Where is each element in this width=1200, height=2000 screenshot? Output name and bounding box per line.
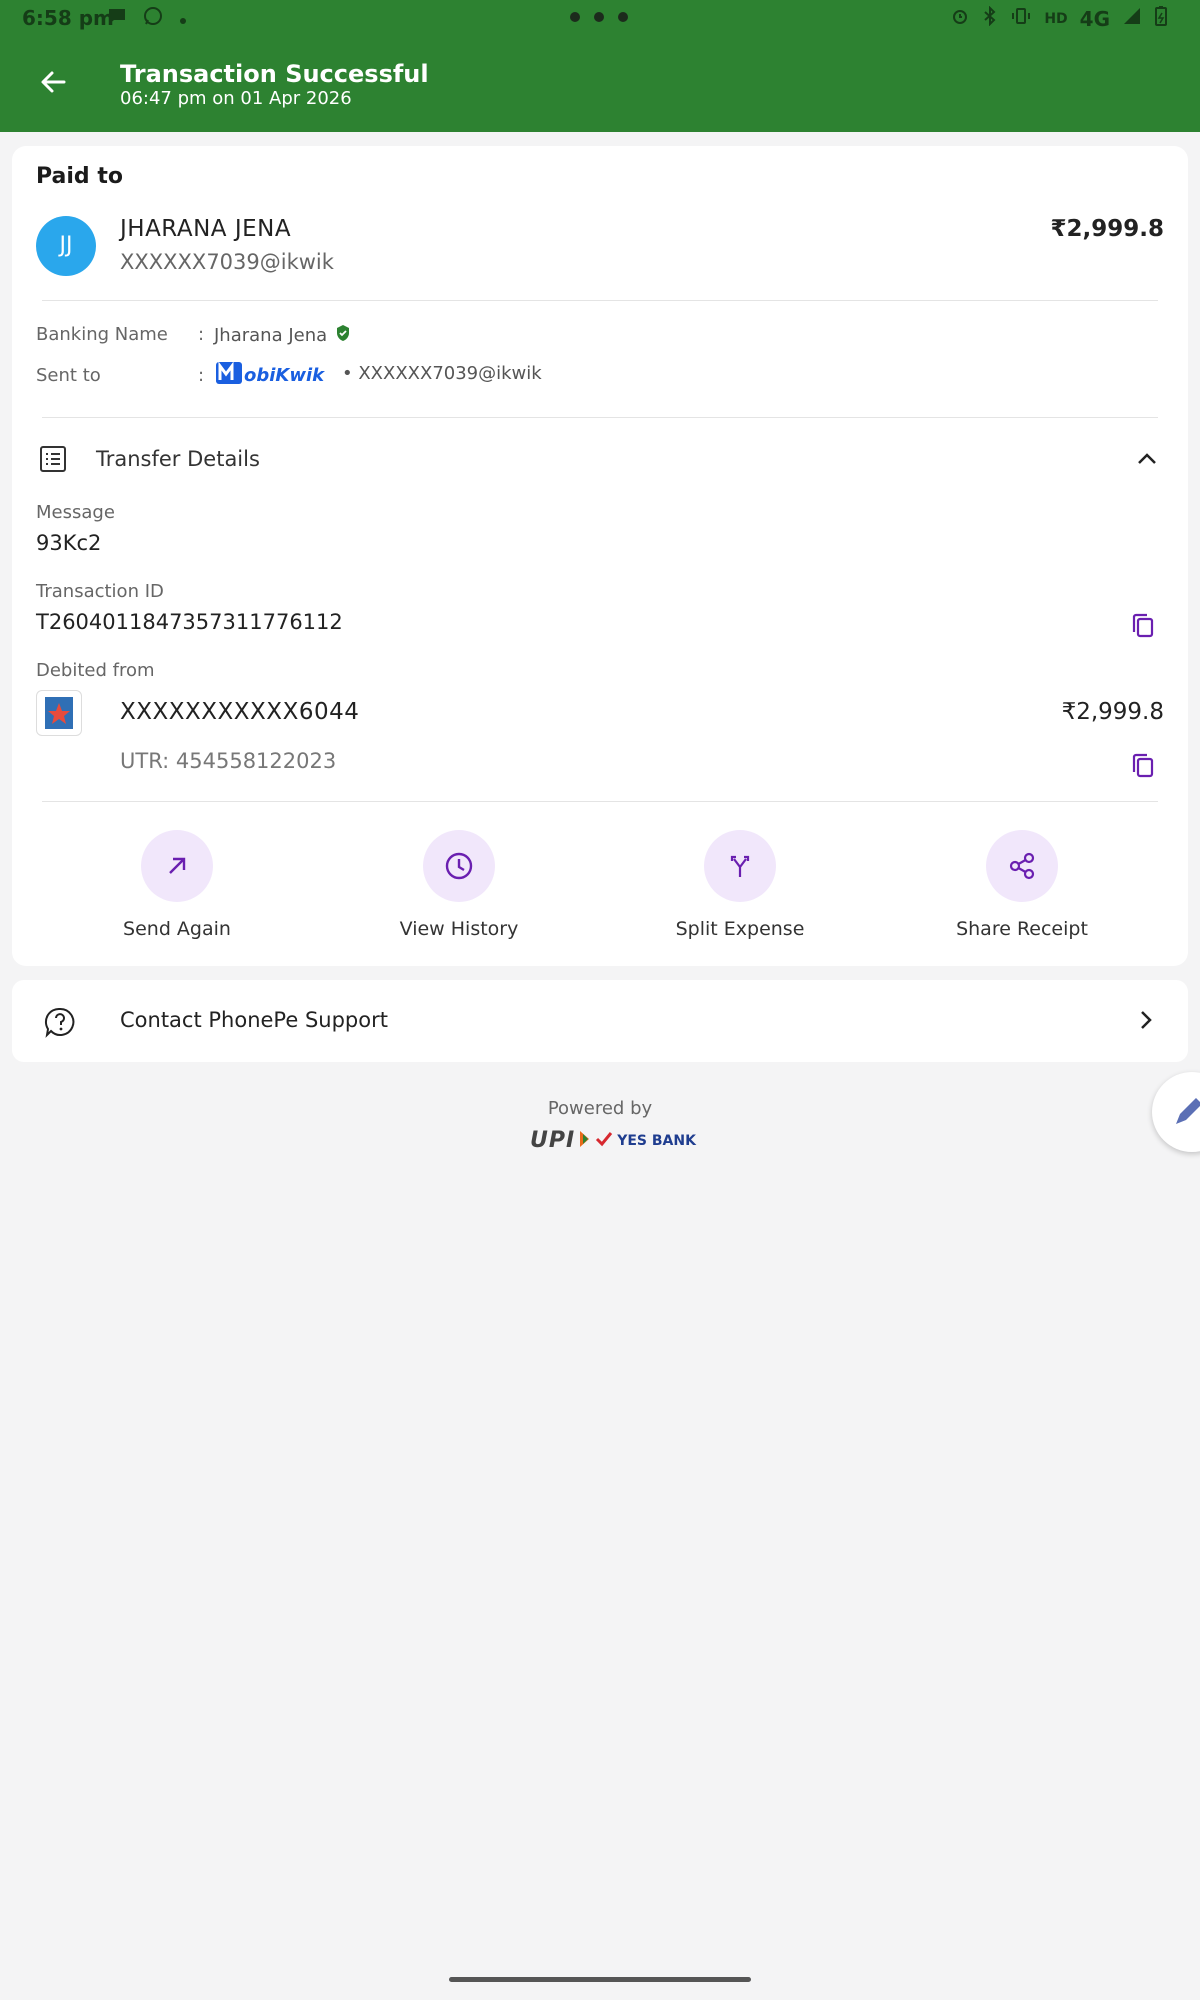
colon: : — [198, 324, 205, 345]
arrow-up-right-icon — [169, 857, 186, 874]
bluetooth-icon — [982, 5, 998, 31]
hd-label: HD — [1044, 10, 1068, 27]
signal-icon — [1122, 6, 1142, 31]
status-dots — [570, 12, 628, 22]
send-again-label: Send Again — [123, 918, 231, 940]
svg-text:obiKwik: obiKwik — [244, 365, 325, 386]
contact-support-button[interactable]: Contact PhonePe Support — [12, 980, 1188, 1062]
yes-bank-logo: YES BANK — [617, 1132, 696, 1149]
debit-amount: ₹2,999.8 — [1061, 699, 1164, 725]
sent-to-vpa: • XXXXXX7039@ikwik — [342, 362, 542, 384]
share-receipt-circle — [986, 830, 1058, 902]
page-title: Transaction Successful — [120, 60, 429, 88]
network-label: 4G — [1079, 6, 1110, 31]
share-receipt-label: Share Receipt — [956, 918, 1088, 940]
copy-transaction-id-button[interactable] — [1130, 612, 1156, 640]
upi-logo: UPI — [530, 1128, 576, 1153]
paid-to-label: Paid to — [36, 164, 123, 189]
banking-name-label: Banking Name — [36, 324, 168, 345]
dot — [594, 12, 604, 22]
arrow-left-icon — [41, 71, 66, 93]
dot — [570, 12, 580, 22]
chevron-up-icon — [1138, 453, 1156, 464]
view-history-circle — [423, 830, 495, 902]
split-expense-button[interactable]: Split Expense — [640, 830, 840, 940]
action-row: Send Again View History Split Expense Sh… — [12, 830, 1188, 950]
mobikwik-logo: obiKwik — [214, 358, 334, 388]
payee-vpa: XXXXXX7039@ikwik — [120, 250, 334, 274]
avatar: JJ — [36, 216, 96, 276]
message-label: Message — [36, 502, 115, 523]
transaction-timestamp: 06:47 pm on 01 Apr 2026 — [120, 88, 352, 109]
copy-icon — [1132, 613, 1154, 638]
divider — [42, 417, 1158, 418]
share-icon — [1009, 852, 1035, 880]
colon: : — [198, 365, 205, 386]
chevron-right-icon — [1134, 1008, 1158, 1036]
message-value: 93Kc2 — [36, 531, 102, 555]
send-again-circle — [141, 830, 213, 902]
back-button[interactable] — [36, 64, 72, 100]
divider — [42, 300, 1158, 301]
receipt-list-icon — [38, 444, 68, 478]
yes-bank-tick-icon — [595, 1131, 613, 1151]
split-icon — [730, 855, 750, 877]
status-left-icons — [106, 5, 188, 32]
powered-by-label: Powered by — [547, 1098, 653, 1119]
powered-by-logos: UPI YES BANK — [530, 1128, 696, 1153]
whatsapp-icon — [142, 5, 164, 32]
debited-from-label: Debited from — [36, 660, 155, 681]
payee-name: JHARANA JENA — [120, 216, 292, 242]
bank-logo — [36, 690, 82, 736]
status-right-icons: HD 4G — [950, 5, 1168, 32]
app-header: 6:58 pm HD 4G Transaction Successful 06:… — [0, 0, 1200, 132]
collapse-button[interactable] — [1134, 446, 1160, 476]
edit-fab-button[interactable] — [1152, 1072, 1200, 1152]
gesture-home-bar[interactable] — [449, 1977, 751, 1982]
transfer-details-title[interactable]: Transfer Details — [96, 447, 260, 471]
contact-support-label: Contact PhonePe Support — [120, 1008, 388, 1032]
banking-name-value-row: Jharana Jena — [214, 324, 351, 347]
copy-icon — [1132, 753, 1154, 778]
divider — [42, 801, 1158, 802]
banking-name-value: Jharana Jena — [214, 325, 328, 346]
pencil-icon — [1176, 1098, 1200, 1124]
transaction-id-value: T2604011847357311776112 — [36, 610, 343, 634]
verified-shield-icon — [335, 324, 351, 347]
view-history-button[interactable]: View History — [359, 830, 559, 940]
notification-dot-icon — [178, 7, 188, 31]
transaction-card: Paid to JJ JHARANA JENA XXXXXX7039@ikwik… — [12, 146, 1188, 966]
share-receipt-button[interactable]: Share Receipt — [922, 830, 1122, 940]
clock-icon — [445, 852, 473, 880]
sent-to-value-row: obiKwik • XXXXXX7039@ikwik — [214, 358, 542, 388]
alarm-icon — [950, 6, 970, 31]
split-expense-circle — [704, 830, 776, 902]
status-time: 6:58 pm — [22, 6, 114, 30]
chat-bubble-icon — [106, 5, 128, 32]
split-expense-label: Split Expense — [675, 918, 805, 940]
status-bar: 6:58 pm HD 4G — [0, 0, 1200, 36]
dot — [618, 12, 628, 22]
copy-utr-button[interactable] — [1130, 752, 1156, 780]
utr-number: UTR: 454558122023 — [120, 749, 337, 773]
view-history-label: View History — [399, 918, 519, 940]
send-again-button[interactable]: Send Again — [77, 830, 277, 940]
battery-icon — [1154, 5, 1168, 32]
upi-arrow-icon — [579, 1130, 591, 1152]
debit-account-number: XXXXXXXXXXX6044 — [120, 699, 360, 725]
transaction-id-label: Transaction ID — [36, 581, 164, 602]
help-question-icon — [44, 1006, 76, 1042]
vibrate-icon — [1010, 6, 1032, 31]
paid-amount: ₹2,999.8 — [1050, 216, 1165, 242]
sent-to-label: Sent to — [36, 365, 101, 386]
